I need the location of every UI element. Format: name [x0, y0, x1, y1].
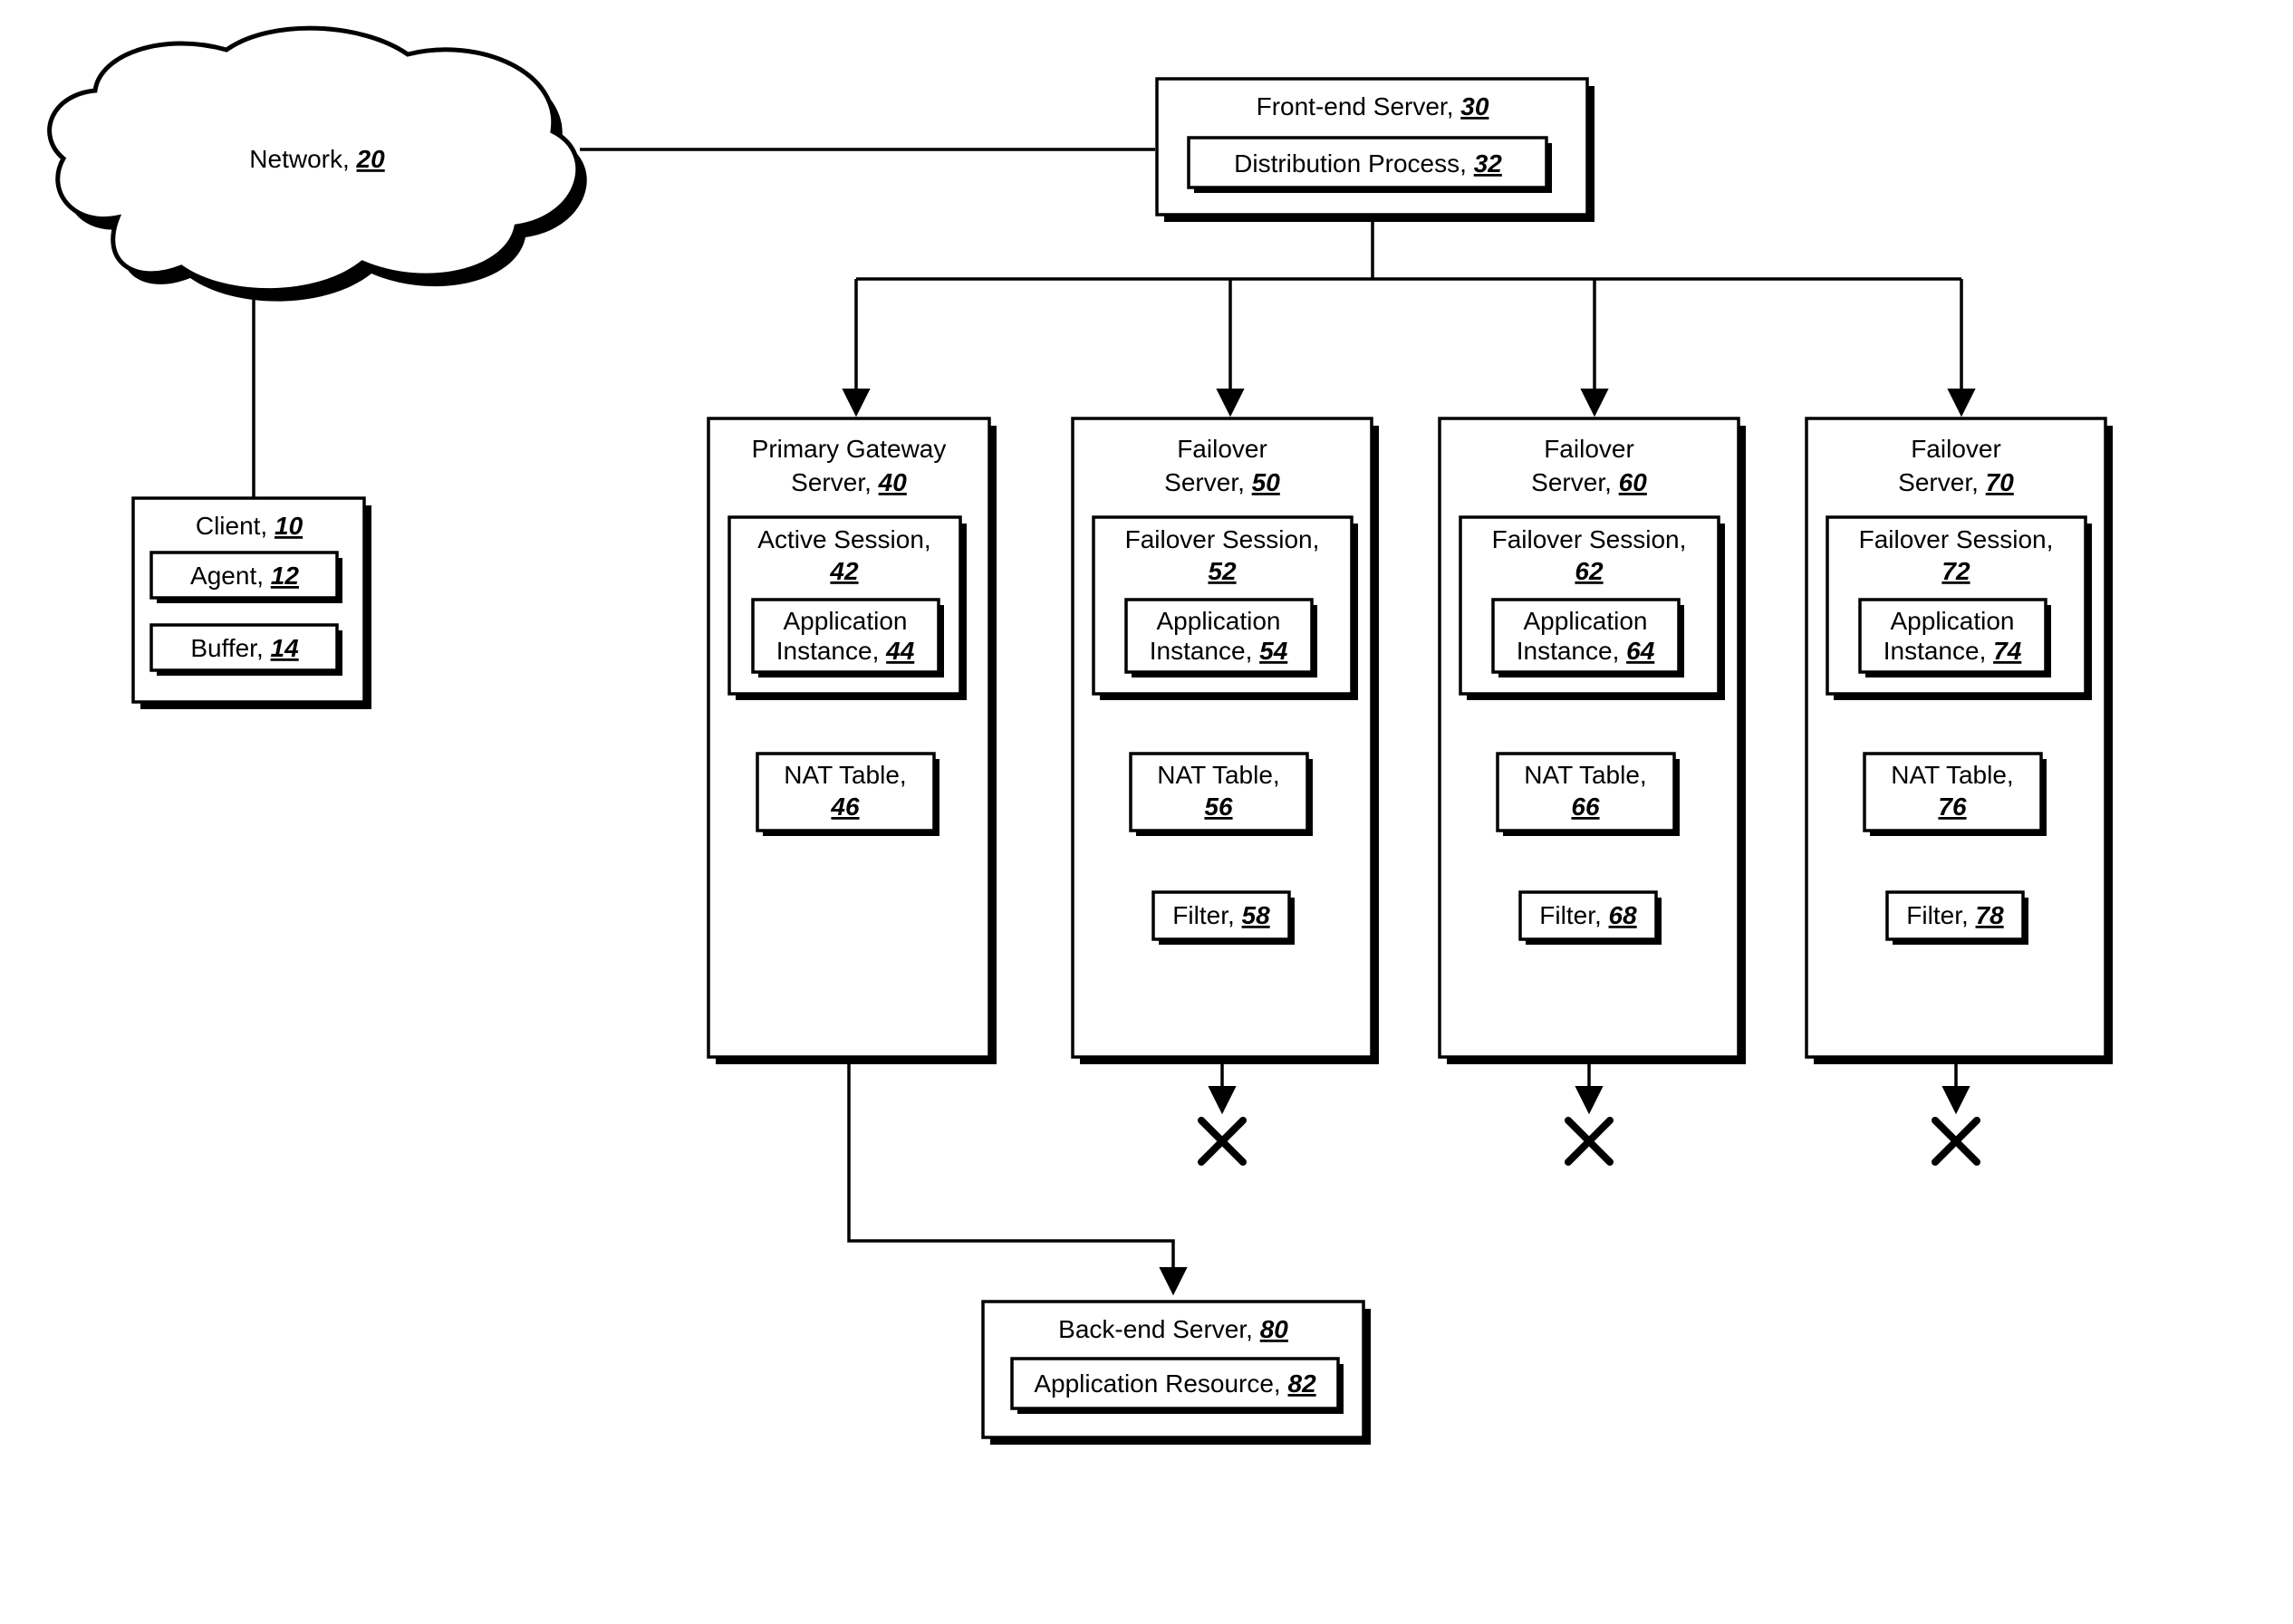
svg-text:Instance, 74: Instance, 74	[1884, 637, 2022, 665]
backend-title: Back-end Server, 80	[1058, 1315, 1288, 1343]
svg-text:Server, 60: Server, 60	[1531, 468, 1647, 496]
svg-text:Failover: Failover	[1544, 435, 1634, 463]
primary-server-box: Primary Gateway Server, 40 Active Sessio…	[708, 418, 997, 1064]
distribution-process-box: Distribution Process, 32	[1189, 138, 1552, 193]
svg-text:42: 42	[829, 557, 859, 585]
client-box: Client, 10 Agent, 12 Buffer, 14	[133, 498, 371, 709]
svg-text:Instance, 64: Instance, 64	[1517, 637, 1655, 665]
svg-text:Primary Gateway: Primary Gateway	[752, 435, 947, 463]
network-label: Network, 20	[249, 145, 385, 173]
svg-text:Instance, 44: Instance, 44	[776, 637, 915, 665]
f70-filter-box: Filter, 78	[1887, 892, 2028, 945]
svg-text:Active Session,: Active Session,	[757, 525, 930, 553]
svg-text:76: 76	[1938, 793, 1967, 821]
f60-session-box: Failover Session, 62 Application Instanc…	[1460, 517, 1725, 700]
svg-text:NAT Table,: NAT Table,	[1524, 761, 1646, 789]
frontend-box: Front-end Server, 30 Distribution Proces…	[1157, 79, 1595, 222]
svg-text:Application: Application	[1524, 607, 1648, 635]
svg-text:66: 66	[1571, 793, 1600, 821]
svg-text:Buffer, 14: Buffer, 14	[190, 634, 299, 662]
network-cloud: Network, 20	[50, 28, 587, 302]
svg-text:62: 62	[1575, 557, 1604, 585]
f50-nat-box: NAT Table, 56	[1131, 754, 1313, 836]
svg-text:NAT Table,: NAT Table,	[1157, 761, 1279, 789]
failover-70-box: Failover Server, 70 Failover Session, 72…	[1806, 418, 2113, 1064]
svg-text:Application: Application	[784, 607, 908, 635]
frontend-fanout	[856, 222, 1961, 412]
svg-text:NAT Table,: NAT Table,	[784, 761, 906, 789]
conn-primary-backend	[849, 1064, 1173, 1291]
f60-nat-box: NAT Table, 66	[1498, 754, 1680, 836]
svg-text:52: 52	[1208, 557, 1237, 585]
failover-60-box: Failover Server, 60 Failover Session, 62…	[1440, 418, 1746, 1064]
svg-text:72: 72	[1941, 557, 1970, 585]
f50-app-box: Application Instance, 54	[1126, 600, 1317, 677]
frontend-title: Front-end Server, 30	[1257, 92, 1489, 120]
svg-text:Application: Application	[1157, 607, 1281, 635]
svg-text:Failover Session,: Failover Session,	[1125, 525, 1320, 553]
f60-app-box: Application Instance, 64	[1493, 600, 1684, 677]
client-agent-box: Agent, 12	[151, 553, 342, 603]
backend-box: Back-end Server, 80 Application Resource…	[983, 1302, 1371, 1445]
svg-text:Distribution Process, 32: Distribution Process, 32	[1234, 149, 1502, 178]
f70-app-box: Application Instance, 74	[1860, 600, 2051, 677]
primary-nat-box: NAT Table, 46	[757, 754, 939, 836]
svg-text:46: 46	[830, 793, 860, 821]
f50-session-box: Failover Session, 52 Application Instanc…	[1094, 517, 1358, 700]
svg-text:Agent, 12: Agent, 12	[190, 562, 299, 590]
backend-res-box: Application Resource, 82	[1012, 1359, 1344, 1414]
f70-nat-box: NAT Table, 76	[1864, 754, 2047, 836]
primary-app-box: Application Instance, 44	[753, 600, 944, 677]
svg-text:Filter, 68: Filter, 68	[1539, 901, 1637, 929]
svg-text:56: 56	[1204, 793, 1233, 821]
svg-text:Failover Session,: Failover Session,	[1859, 525, 2054, 553]
svg-text:Failover Session,: Failover Session,	[1492, 525, 1687, 553]
failover-50-box: Failover Server, 50 Failover Session, 52…	[1073, 418, 1379, 1064]
primary-session-box: Active Session, 42 Application Instance,…	[729, 517, 967, 700]
client-buffer-box: Buffer, 14	[151, 625, 342, 676]
svg-text:NAT Table,: NAT Table,	[1891, 761, 2013, 789]
f50-filter-box: Filter, 58	[1153, 892, 1295, 945]
f70-session-box: Failover Session, 72 Application Instanc…	[1827, 517, 2092, 700]
svg-text:Server, 70: Server, 70	[1898, 468, 2014, 496]
svg-text:Failover: Failover	[1177, 435, 1267, 463]
svg-text:Server, 40: Server, 40	[791, 468, 907, 496]
f60-filter-box: Filter, 68	[1520, 892, 1662, 945]
svg-text:Failover: Failover	[1911, 435, 2001, 463]
svg-text:Server, 50: Server, 50	[1164, 468, 1280, 496]
svg-text:Instance, 54: Instance, 54	[1150, 637, 1288, 665]
svg-text:Application Resource, 82: Application Resource, 82	[1034, 1369, 1316, 1398]
svg-text:Application: Application	[1891, 607, 2015, 635]
client-title: Client, 10	[196, 512, 303, 540]
svg-text:Filter, 58: Filter, 58	[1172, 901, 1270, 929]
x-markers	[1201, 1064, 1977, 1162]
svg-text:Filter, 78: Filter, 78	[1906, 901, 2004, 929]
